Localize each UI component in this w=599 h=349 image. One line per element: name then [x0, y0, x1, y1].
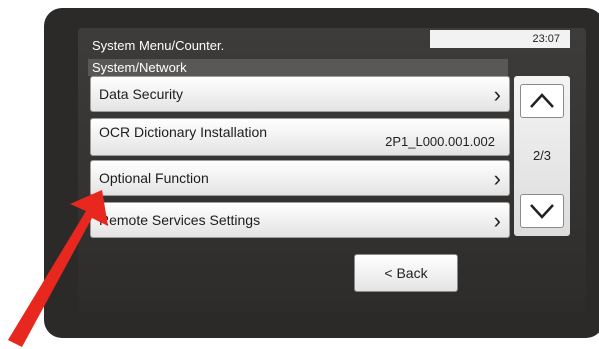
- chevron-right-icon: ›: [493, 208, 501, 233]
- menu-item-value: 2P1_L000.001.002: [385, 134, 495, 149]
- page-up-button[interactable]: [520, 84, 564, 118]
- chevron-right-icon: ›: [493, 82, 501, 107]
- menu-item-label: Data Security: [99, 86, 184, 102]
- back-button[interactable]: < Back: [354, 254, 458, 292]
- menu-item-data-security[interactable]: Data Security ›: [90, 76, 510, 112]
- menu-item-optional-function[interactable]: Optional Function ›: [90, 160, 510, 196]
- menu-item-ocr-dictionary[interactable]: OCR Dictionary Installation 2P1_L000.001…: [90, 118, 510, 156]
- page-down-button[interactable]: [520, 194, 564, 228]
- page-title: System Menu/Counter.: [92, 38, 225, 53]
- breadcrumb: System/Network: [88, 59, 508, 76]
- page-navigator: 2/3: [514, 76, 570, 236]
- touch-screen: System Menu/Counter. 23:07 System/Networ…: [78, 28, 586, 312]
- chevron-up-icon: [530, 93, 554, 108]
- page-indicator: 2/3: [532, 148, 552, 163]
- menu-item-remote-services[interactable]: Remote Services Settings ›: [90, 202, 510, 238]
- chevron-down-icon: [530, 204, 554, 219]
- menu-item-label: Remote Services Settings: [99, 212, 261, 228]
- menu-item-label: OCR Dictionary Installation: [99, 124, 268, 140]
- menu-item-label: Optional Function: [99, 170, 209, 186]
- chevron-right-icon: ›: [493, 166, 501, 191]
- clock-display: 23:07: [430, 30, 570, 48]
